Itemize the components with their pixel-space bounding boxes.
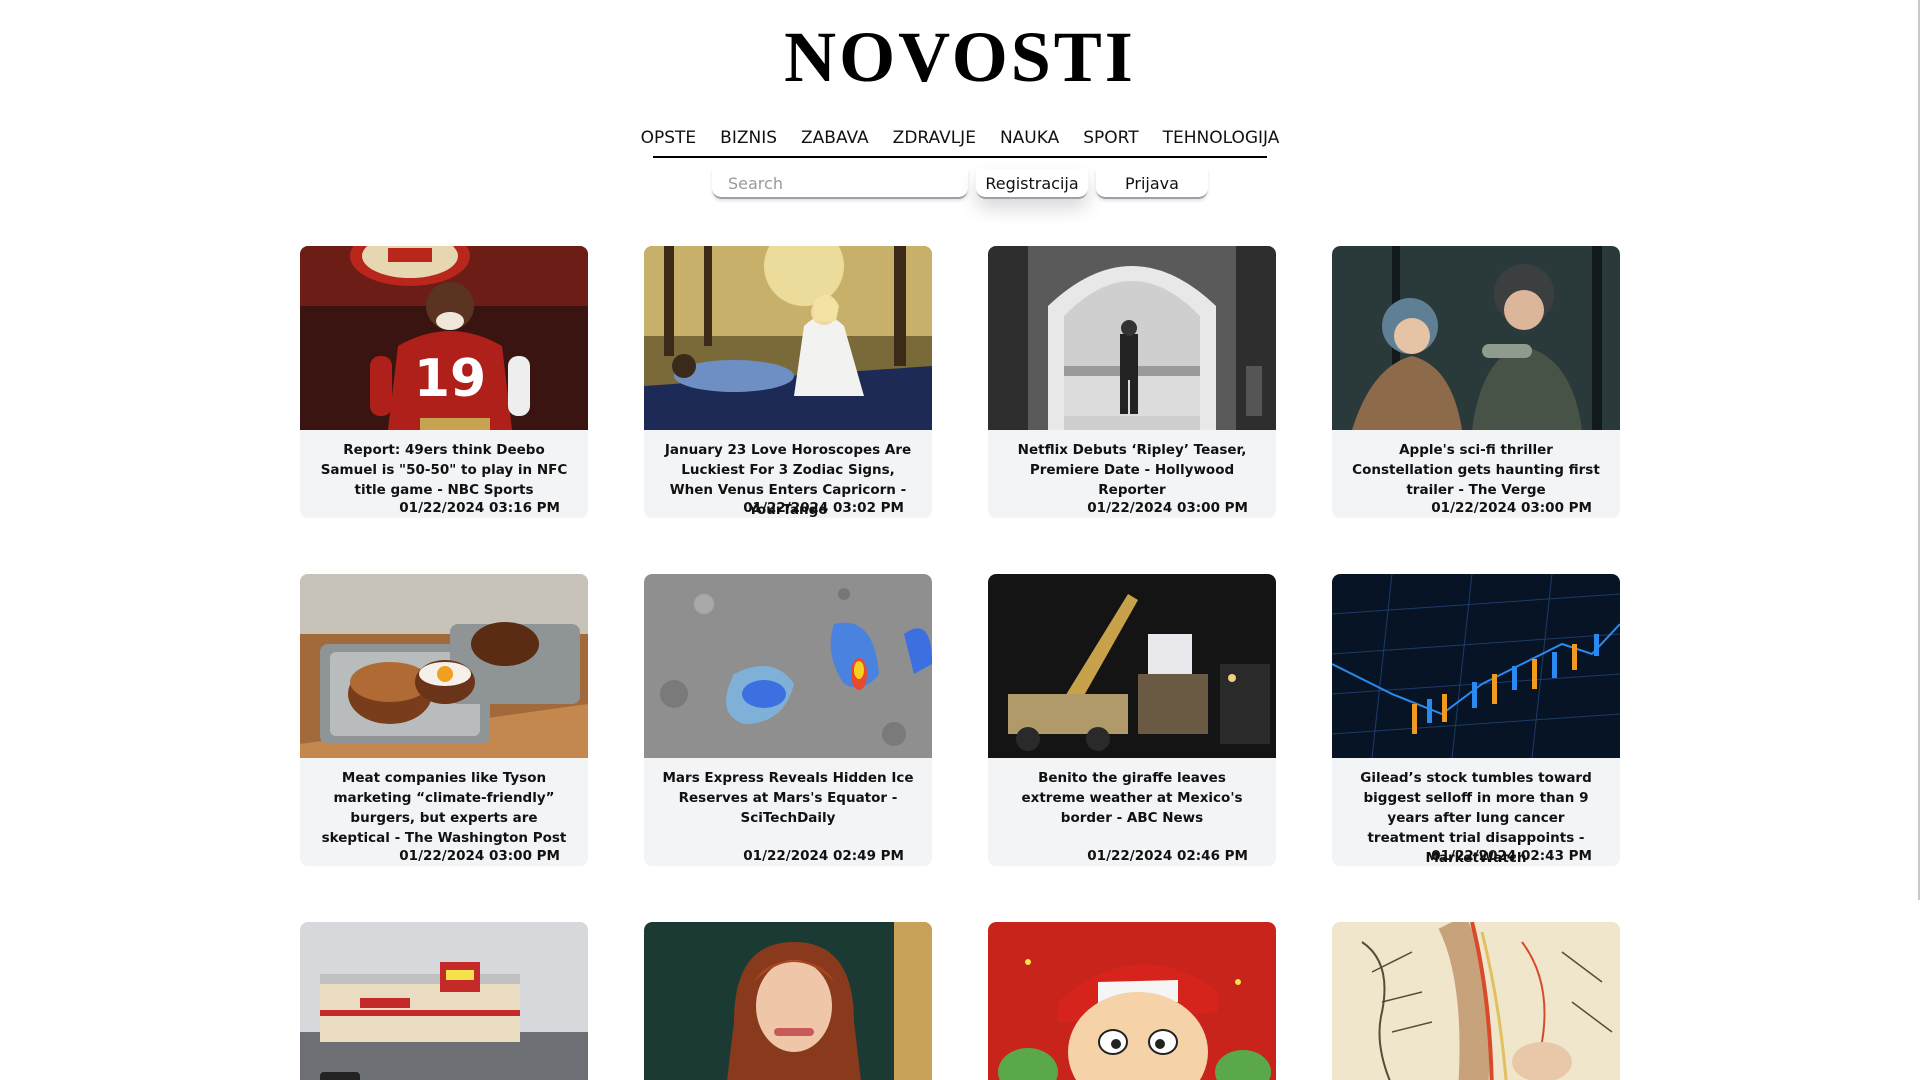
category-nav: OPSTE BIZNIS ZABAVA ZDRAVLJE NAUKA SPORT… [641, 120, 1279, 158]
news-card[interactable] [988, 922, 1276, 1080]
news-card[interactable]: Benito the giraffe leaves extreme weathe… [988, 574, 1276, 866]
article-date: 01/22/2024 02:49 PM [743, 848, 904, 864]
article-date: 01/22/2024 03:16 PM [399, 500, 560, 516]
news-card[interactable]: January 23 Love Horoscopes Are Luckiest … [644, 246, 932, 518]
news-card[interactable]: Gilead’s stock tumbles toward biggest se… [1332, 574, 1620, 866]
login-button[interactable]: Prijava [1096, 169, 1208, 199]
news-card[interactable]: Mars Express Reveals Hidden Ice Reserves… [644, 574, 932, 866]
nav-item-tehnologija[interactable]: TEHNOLOGIJA [1151, 128, 1292, 148]
article-image-mother-child [1332, 246, 1620, 430]
news-card[interactable]: 19 Report: 49ers think Deebo Samuel is "… [300, 246, 588, 518]
article-image-couple-picnic [644, 246, 932, 430]
page: NOVOSTI OPSTE BIZNIS ZABAVA ZDRAVLJE NAU… [0, 0, 1920, 1080]
article-image-redhead-woman [644, 922, 932, 1080]
article-title: Report: 49ers think Deebo Samuel is "50-… [320, 442, 568, 498]
nav-item-opste[interactable]: OPSTE [629, 128, 709, 148]
article-image-burgers [300, 574, 588, 758]
search-and-auth-bar: Registracija Prijava [0, 166, 1920, 202]
article-date: 01/22/2024 03:00 PM [1431, 500, 1592, 516]
article-image-football-player: 19 [300, 246, 588, 430]
news-card[interactable]: Netflix Debuts ‘Ripley’ Teaser, Premiere… [988, 246, 1276, 518]
search-input[interactable] [712, 169, 968, 199]
nav-item-sport[interactable]: SPORT [1071, 128, 1150, 148]
article-image-mars-surface [644, 574, 932, 758]
article-title: Meat companies like Tyson marketing “cli… [321, 770, 567, 846]
article-image-stock-chart [1332, 574, 1620, 758]
article-title: Mars Express Reveals Hidden Ice Reserves… [662, 770, 914, 826]
news-card[interactable]: Apple's sci-fi thriller Constellation ge… [1332, 246, 1620, 518]
nav-item-biznis[interactable]: BIZNIS [708, 128, 789, 148]
article-date: 01/22/2024 03:00 PM [399, 848, 560, 864]
nav-item-nauka[interactable]: NAUKA [988, 128, 1071, 148]
article-date: 01/22/2024 03:02 PM [743, 500, 904, 516]
article-image-in-n-out-restaurant [300, 922, 588, 1080]
nav-item-zdravlje[interactable]: ZDRAVLJE [881, 128, 988, 148]
article-date: 01/22/2024 02:46 PM [1087, 848, 1248, 864]
article-image-anime-character [988, 922, 1276, 1080]
svg-text:19: 19 [414, 349, 486, 409]
article-image-balcony-man [988, 246, 1276, 430]
nav-item-zabava[interactable]: ZABAVA [789, 128, 881, 148]
site-title: NOVOSTI [784, 17, 1136, 97]
article-date: 01/22/2024 02:43 PM [1431, 848, 1592, 864]
news-card[interactable] [1332, 922, 1620, 1080]
article-image-giraffe-crane [988, 574, 1276, 758]
article-title: Benito the giraffe leaves extreme weathe… [1021, 770, 1243, 826]
register-button[interactable]: Registracija [976, 169, 1088, 199]
article-date: 01/22/2024 03:00 PM [1087, 500, 1248, 516]
news-card[interactable] [300, 922, 588, 1080]
article-title: Netflix Debuts ‘Ripley’ Teaser, Premiere… [1017, 442, 1247, 498]
news-card[interactable] [644, 922, 932, 1080]
article-image-anatomy-illustration [1332, 922, 1620, 1080]
news-card[interactable]: Meat companies like Tyson marketing “cli… [300, 574, 588, 866]
article-title: Apple's sci-fi thriller Constellation ge… [1352, 442, 1600, 498]
